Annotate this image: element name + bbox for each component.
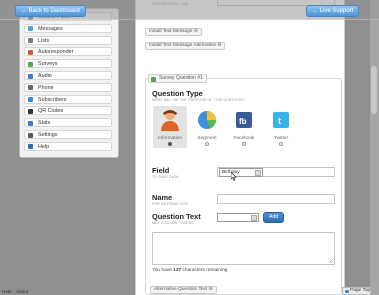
chevron-down-icon (251, 215, 257, 221)
sidebar-item-label: Settings (38, 132, 58, 138)
svg-text:t: t (278, 116, 281, 126)
chars-remaining-count: 137 (173, 268, 182, 273)
facebook-icon: fb (231, 107, 257, 133)
chars-remaining: You have 137 characters remaining (152, 268, 227, 273)
question-type-option-facebook[interactable]: fb Facebook (227, 107, 261, 146)
chevron-down-icon (255, 170, 261, 176)
segment-pie-icon (194, 107, 220, 133)
survey-question-label: Survey Question #1 (159, 75, 203, 81)
sidebar-item-label: Subscribers (38, 96, 67, 103)
sidebar-item-settings[interactable]: Settings (24, 130, 112, 139)
live-support-button[interactable]: ← Live Support (306, 5, 360, 17)
question-type-option-twitter[interactable]: t Twitter (264, 107, 298, 146)
sidebar-item-help[interactable]: Help (24, 141, 112, 151)
survey-question-tab[interactable]: Survey Question #1 (148, 74, 207, 83)
footer-about-link[interactable]: About (16, 289, 28, 294)
name-title: Name (152, 193, 173, 202)
subscribers-icon (28, 97, 33, 103)
sidebar-item-phone[interactable]: Phone (24, 82, 112, 92)
sidebar-item-label: Messages (38, 25, 63, 32)
question-text-subtitle: MAY CONTAIN TOKENS (152, 221, 194, 225)
facebook-option-label: Facebook (233, 136, 255, 141)
sidebar-item-label: Stats (38, 120, 51, 127)
sidebar-item-surveys[interactable]: Surveys (24, 59, 112, 69)
sidebar-item-label: Lists (38, 37, 50, 44)
page-top-label: Page Top (350, 288, 371, 293)
page-top-link[interactable]: Page Top (342, 287, 371, 295)
footer-help-link[interactable]: Help (2, 289, 11, 294)
segment-option-label: Segment (197, 136, 217, 141)
phone-icon (28, 85, 33, 91)
qr-codes-icon (28, 108, 33, 114)
sidebar-item-label: Help (38, 143, 50, 150)
twitter-icon: t (268, 107, 294, 133)
scrollbar-track[interactable] (370, 0, 379, 295)
install-text-alternative-button[interactable]: Install Text Message Alternative ⊖ (145, 42, 226, 50)
chars-remaining-prefix: You have (152, 268, 174, 273)
scrollbar-thumb[interactable] (371, 66, 377, 114)
settings-icon (28, 132, 33, 138)
field-title: Field (152, 166, 170, 175)
question-textarea[interactable] (152, 232, 335, 265)
sidebar-item-label: Audio (38, 73, 52, 79)
survey-question-icon (151, 76, 156, 82)
field-select[interactable]: Birthday (219, 168, 263, 177)
question-type-option-segment[interactable]: Segment (190, 107, 224, 146)
sidebar-item-subscribers[interactable]: Subscribers (24, 94, 112, 104)
name-subtitle: FOR INTERNAL USE (152, 202, 189, 206)
information-person-icon (157, 107, 183, 133)
sidebar-item-label: Surveys (38, 61, 58, 68)
question-type-title: Question Type (152, 89, 203, 98)
sidebar-item-label: Phone (38, 84, 54, 91)
field-subtitle: TO SAVE DATA (152, 175, 179, 179)
question-type-option-information-content[interactable]: Information (153, 107, 187, 146)
audio-icon (28, 73, 33, 79)
twitter-radio[interactable] (279, 142, 283, 146)
help-icon (28, 144, 33, 150)
facebook-radio[interactable] (242, 142, 246, 146)
page-top-icon (345, 289, 349, 293)
twitter-option-label: Twitter (273, 136, 289, 141)
install-text-message-button[interactable]: Install Text Message ⊖ (145, 28, 202, 36)
messages-icon (28, 26, 33, 32)
alternative-question-text-button[interactable]: Alternative Question Text ⊖ (150, 286, 217, 294)
back-to-dashboard-button[interactable]: ← Back to Dashboard (15, 5, 86, 17)
sidebar-item-audio[interactable]: Audio (24, 71, 112, 80)
autoresponder-icon (28, 49, 33, 55)
lists-icon (28, 38, 33, 44)
add-token-button[interactable]: Add (263, 212, 285, 223)
sidebar-item-qr-codes[interactable]: QR Codes (24, 106, 112, 116)
question-text-title: Question Text (152, 212, 201, 221)
sidebar-item-autoresponder[interactable]: Autoresponder (24, 47, 112, 57)
chars-remaining-suffix: characters remaining (181, 268, 228, 273)
segment-radio[interactable] (205, 142, 209, 146)
stats-icon (28, 120, 33, 126)
sidebar-item-messages[interactable]: Messages (24, 23, 112, 33)
svg-text:fb: fb (239, 117, 247, 126)
resize-grip-icon[interactable] (329, 259, 333, 263)
question-type-subtitle: WHAT WILL BE THE PURPOSE OF THIS QUESTIO… (152, 98, 246, 102)
sidebar-item-label: QR Codes (38, 108, 64, 115)
information-radio[interactable] (168, 142, 172, 146)
information-option-label: Information (158, 136, 182, 141)
sidebar-item-lists[interactable]: Lists (24, 35, 112, 45)
name-input[interactable] (217, 194, 335, 204)
sidebar-item-label: Autoresponder (38, 49, 74, 56)
mouse-cursor-icon (231, 172, 237, 181)
sidebar-item-stats[interactable]: Stats (24, 118, 112, 128)
token-select[interactable] (217, 213, 259, 222)
surveys-icon (28, 61, 33, 67)
